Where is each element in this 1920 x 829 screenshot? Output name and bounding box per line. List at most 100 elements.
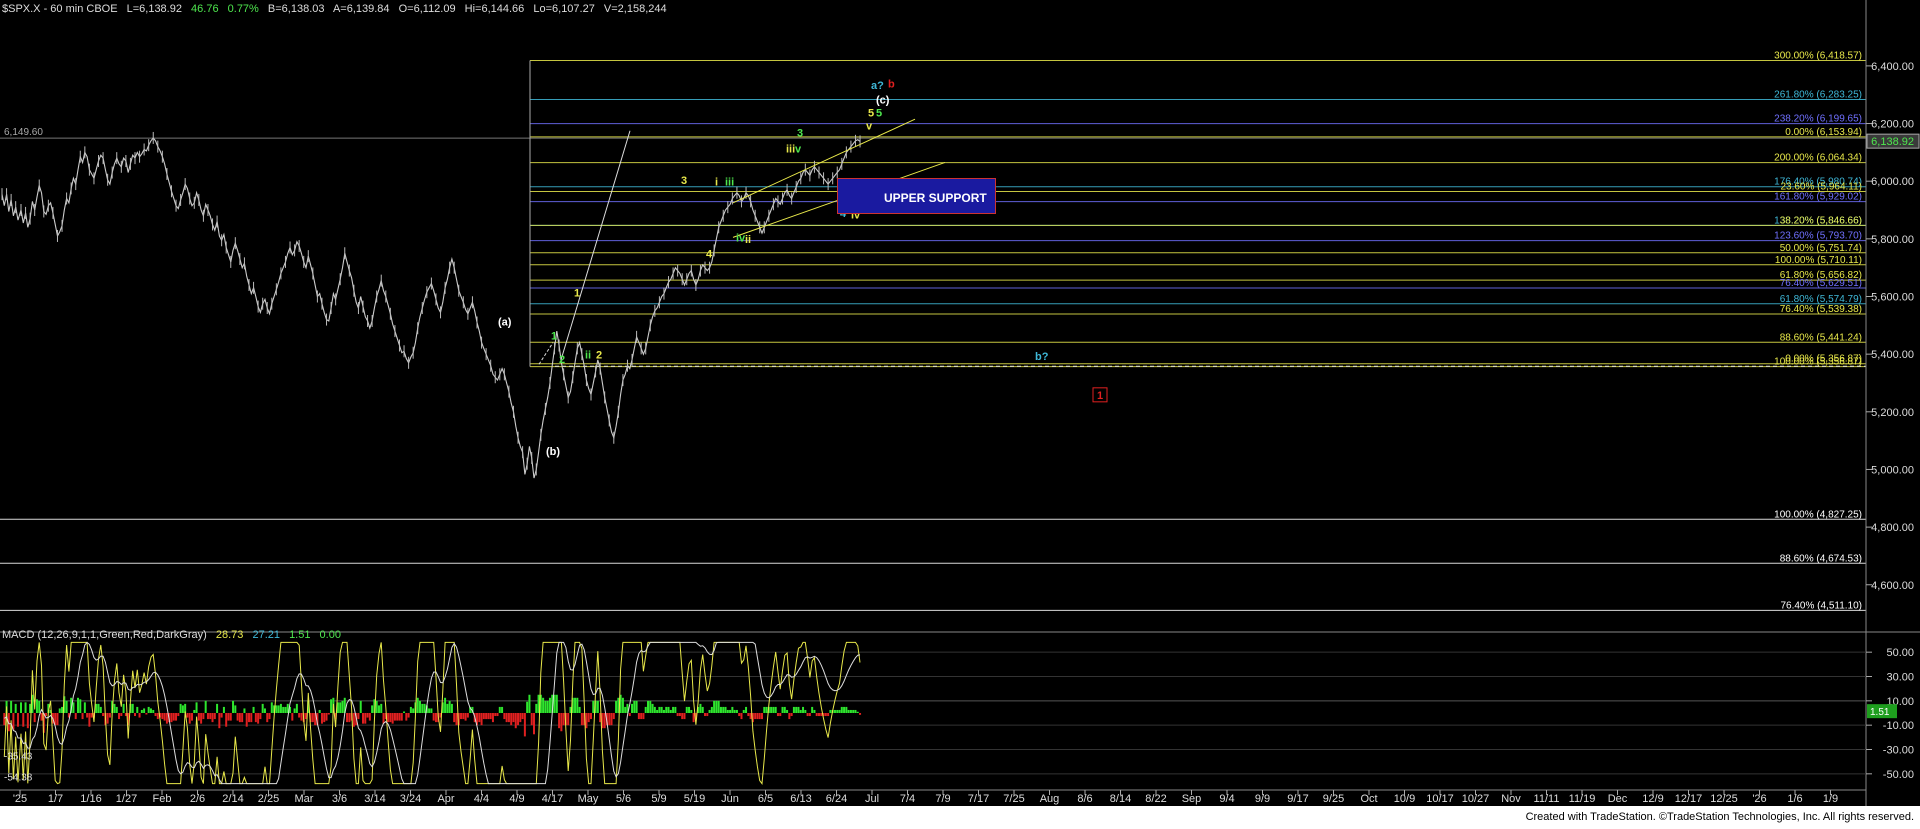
wave-label: 3 (681, 175, 687, 187)
fib-level-label: 76.40% (4,511.10) (1780, 600, 1862, 611)
time-tick-label: 1/27 (116, 793, 137, 805)
chart-canvas[interactable]: 300.00% (6,418.57)261.80% (6,283.25)238.… (0, 0, 1920, 829)
macd-tick-label: 50.00 (1886, 647, 1914, 659)
time-tick-label: 1/16 (80, 793, 101, 805)
wave-label: a? (871, 80, 884, 92)
macd-header: MACD (12,26,9,1,1,Green,Red,DarkGray) 28… (2, 629, 347, 641)
macd-tick-label: 30.00 (1886, 672, 1914, 684)
time-tick-label: 8/6 (1077, 793, 1092, 805)
footer-credit: Created with TradeStation. ©TradeStation… (1525, 811, 1914, 823)
price-tick-label: 5,600.00 (1871, 291, 1914, 303)
change-pct: 0.77% (227, 3, 259, 15)
fib-level-label: 76.40% (5,539.38) (1780, 304, 1862, 315)
time-tick-label: 6/13 (790, 793, 811, 805)
time-tick-label: 7/9 (935, 793, 950, 805)
time-tick-label: Apr (437, 793, 454, 805)
macd-label: MACD (12,26,9,1,1,Green,Red,DarkGray) (2, 629, 207, 641)
fib-level-label: 88.60% (5,441.24) (1780, 332, 1862, 343)
macd-value-2: 27.21 (252, 629, 280, 641)
fib-level-label: 200.00% (6,064.34) (1774, 153, 1862, 164)
time-tick-label: Dec (1608, 793, 1628, 805)
wave-label: v (866, 120, 873, 132)
fib-level-label: 123.60% (5,793.70) (1774, 231, 1862, 242)
price-tick-label: 5,200.00 (1871, 407, 1914, 419)
last-price: L=6,138.92 (126, 3, 182, 15)
time-tick-label: Mar (295, 793, 314, 805)
time-tick-label: 12/25 (1710, 793, 1738, 805)
wave-label: i (715, 177, 718, 189)
price-tick-label: 6,400.00 (1871, 61, 1914, 73)
time-tick-label: 9/17 (1287, 793, 1308, 805)
macd-tick-label: -30.00 (1883, 745, 1914, 757)
fib-level-label: 161.80% (5,929.02) (1774, 192, 1862, 203)
time-tick-label: 11/19 (1569, 793, 1596, 805)
wave-label: iii (786, 143, 795, 155)
time-tick-label: 4/4 (474, 793, 489, 805)
macd-tick-label: -50.00 (1883, 769, 1914, 781)
macd-value-1: 28.73 (215, 629, 244, 641)
symbol-header: $SPX.X - 60 min CBOE L=6,138.92 46.76 0.… (2, 3, 673, 15)
wave-label: (c) (876, 94, 890, 106)
time-tick-label: Nov (1501, 793, 1521, 805)
time-tick-label: 11/11 (1534, 793, 1560, 805)
wave-label: 1 (551, 331, 557, 343)
wave-label: (b) (546, 446, 560, 458)
time-tick-label: 1/7 (48, 793, 63, 805)
volume-value: V=2,158,244 (603, 3, 667, 15)
fib-level-label: 88.60% (4,674.53) (1780, 553, 1862, 564)
time-tick-label: 9/4 (1219, 793, 1234, 805)
ask-value: A=6,139.84 (332, 3, 390, 15)
time-tick-label: 4/17 (542, 793, 563, 805)
time-tick-label: 8/22 (1145, 793, 1166, 805)
time-tick-label: May (578, 793, 599, 805)
time-tick-label: 8/14 (1110, 793, 1131, 805)
last-price-label: 6,138.92 (1871, 136, 1914, 148)
macd-low-label: -54.38 (4, 772, 33, 783)
time-tick-label: 12/17 (1675, 793, 1703, 805)
time-tick-label: 10/17 (1426, 793, 1454, 805)
footer-bar: Created with TradeStation. ©TradeStation… (0, 806, 1920, 829)
time-tick-label: 1/6 (1787, 793, 1802, 805)
fib-level-label: 76.40% (5,629.51) (1780, 278, 1862, 289)
wave-label: iii (725, 177, 734, 189)
wave-label: 5 (868, 107, 874, 119)
macd-current-label: 1.51 (1870, 707, 1890, 718)
time-tick-label: 2/6 (190, 793, 205, 805)
price-chart[interactable]: 300.00% (6,418.57) 261.80% (6,283.25) 238.… (0, 0, 1920, 829)
macd-value-4: 0.00 (319, 629, 341, 641)
price-tick-label: 4,600.00 (1871, 580, 1914, 592)
time-tick-label: 10/9 (1394, 793, 1415, 805)
price-series-line (1, 137, 861, 479)
wave-label: 2 (559, 354, 565, 366)
time-tick-label: 12/9 (1642, 793, 1663, 805)
time-tick-label: 5/9 (651, 793, 666, 805)
time-tick-label: 6/24 (826, 793, 847, 805)
reference-label-6149: 6,149.60 (4, 127, 43, 138)
time-tick-label: Oct (1360, 793, 1377, 805)
fib-level-label: 0.00% (6,153.94) (1785, 127, 1862, 138)
time-tick-label: Aug (1040, 793, 1060, 805)
price-tick-label: 5,400.00 (1871, 349, 1914, 361)
wave-label: b (888, 79, 895, 91)
time-tick-label: '26 (1752, 793, 1766, 805)
upper-support-box[interactable]: UPPER SUPPORT (837, 178, 996, 214)
time-tick-label: 10/27 (1462, 793, 1490, 805)
fib-level-label: 38.20% (5,846.66) (1780, 215, 1862, 226)
wave-label: 1 (574, 287, 580, 299)
time-tick-label: 5/6 (616, 793, 631, 805)
macd-low-label: -35.43 (4, 752, 33, 763)
macd-value-3: 1.51 (289, 629, 311, 641)
bid-value: B=6,138.03 (267, 3, 325, 15)
time-tick-label: 7/17 (968, 793, 989, 805)
time-tick-label: 2/14 (222, 793, 243, 805)
fib-level-label: 50.00% (5,751.74) (1780, 243, 1862, 254)
trend-ray-line (560, 130, 631, 361)
time-tick-label: Sep (1182, 793, 1202, 805)
wave-label: 3 (797, 128, 803, 140)
time-tick-label: 4/9 (509, 793, 524, 805)
time-tick-label: 7/4 (900, 793, 915, 805)
price-tick-label: 5,000.00 (1871, 464, 1914, 476)
change-value: 46.76 (191, 3, 219, 15)
wave-label: (a) (498, 316, 512, 328)
fib-level-label: 238.20% (6,199.65) (1774, 114, 1862, 125)
